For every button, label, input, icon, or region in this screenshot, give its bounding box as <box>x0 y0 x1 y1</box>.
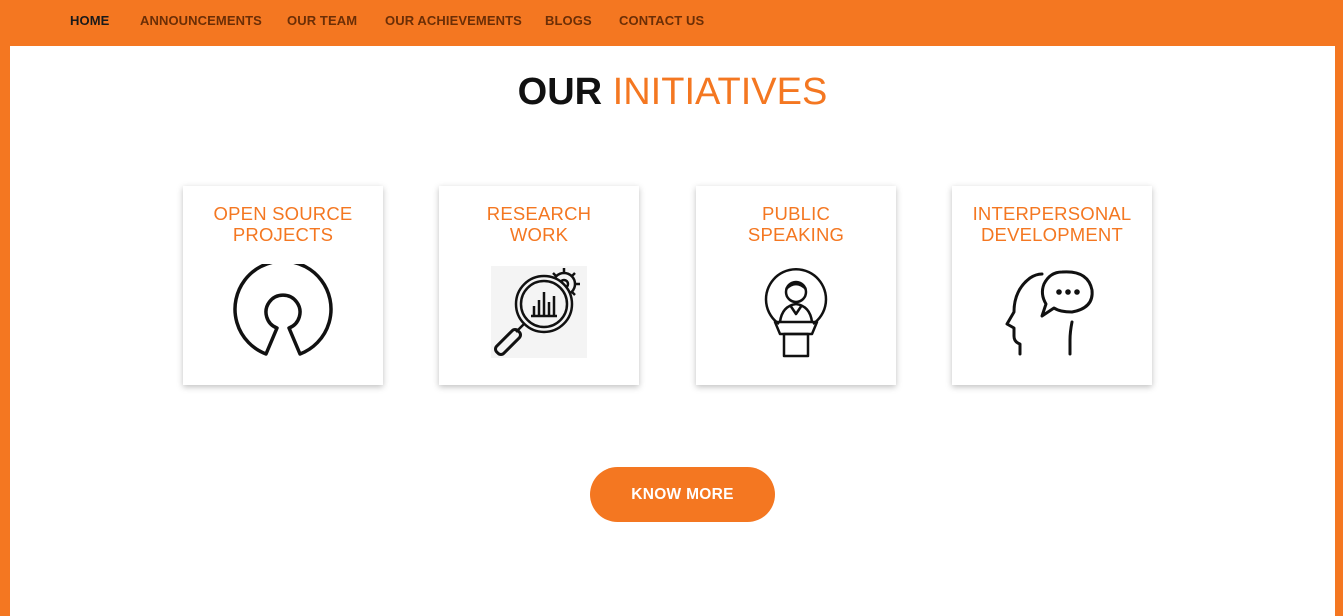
card-title-line1: OPEN SOURCE <box>213 203 353 224</box>
card-title-line2: DEVELOPMENT <box>980 224 1123 245</box>
card-public-speaking[interactable]: PUBLIC SPEAKING <box>696 186 896 385</box>
research-magnifier-icon <box>491 266 587 358</box>
card-title-line1: PUBLIC <box>761 203 831 224</box>
top-navbar: HOME ANNOUNCEMENTS OUR TEAM OUR ACHIEVEM… <box>0 0 1343 46</box>
nav-contact-us[interactable]: CONTACT US <box>619 13 704 28</box>
nav-announcements[interactable]: ANNOUNCEMENTS <box>140 13 262 28</box>
open-source-icon <box>233 264 333 356</box>
card-title-line2: SPEAKING <box>747 224 845 245</box>
section-title: OUR INITIATIVES <box>10 72 1335 112</box>
card-title-line1: INTERPERSONAL <box>972 203 1132 224</box>
section-title-dark: OUR <box>517 71 603 113</box>
card-open-source-projects[interactable]: OPEN SOURCE PROJECTS <box>183 186 383 385</box>
card-research-work[interactable]: RESEARCH WORK <box>439 186 639 385</box>
card-title: RESEARCH WORK <box>439 203 639 245</box>
nav-blogs[interactable]: BLOGS <box>545 13 592 28</box>
card-title: OPEN SOURCE PROJECTS <box>183 203 383 245</box>
card-interpersonal-development[interactable]: INTERPERSONAL DEVELOPMENT <box>952 186 1152 385</box>
head-speech-bubble-icon <box>1005 270 1094 356</box>
card-title: PUBLIC SPEAKING <box>696 203 896 245</box>
card-title-line2: WORK <box>509 224 569 245</box>
nav-our-achievements[interactable]: OUR ACHIEVEMENTS <box>385 13 522 28</box>
nav-our-team[interactable]: OUR TEAM <box>287 13 357 28</box>
initiatives-section: OUR INITIATIVES OPEN SOURCE PROJECTS RES… <box>10 46 1335 616</box>
card-title-line1: RESEARCH <box>486 203 592 224</box>
know-more-button[interactable]: KNOW MORE <box>590 467 775 522</box>
podium-speaker-icon <box>764 268 828 358</box>
nav-home[interactable]: HOME <box>70 13 109 28</box>
section-title-accent: INITIATIVES <box>612 71 828 113</box>
card-title-line2: PROJECTS <box>232 224 334 245</box>
card-title: INTERPERSONAL DEVELOPMENT <box>952 203 1152 245</box>
